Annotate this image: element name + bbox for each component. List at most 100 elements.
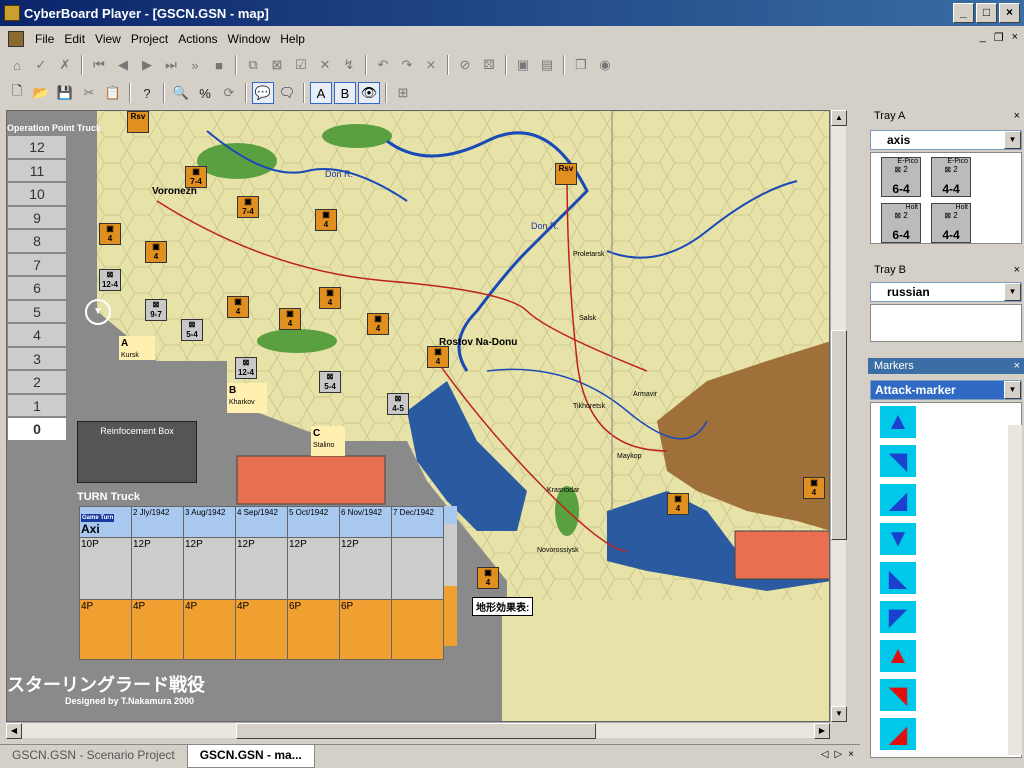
fast-forward-icon[interactable]: » (184, 54, 206, 76)
check-x-icon[interactable]: ✗ (54, 54, 76, 76)
open-folder-icon[interactable]: 📂 (30, 82, 52, 104)
arrow-up-icon[interactable]: ▲ (880, 406, 916, 438)
layer-b-icon[interactable]: B (334, 82, 356, 104)
unit-counter[interactable]: ▣ 7-4 (237, 196, 259, 218)
menu-help[interactable]: Help (275, 32, 310, 46)
cancel-move-icon[interactable]: ⨯ (420, 54, 442, 76)
new-file-icon[interactable]: 🗋 (6, 82, 28, 104)
tray-counter[interactable]: Holt ⊠ 2 6-4 (881, 203, 921, 243)
unit-counter[interactable]: ▣ 4 (803, 477, 825, 499)
maximize-button[interactable]: □ (976, 3, 997, 23)
unit-counter[interactable]: ▣ 4 (667, 493, 689, 515)
unit-counter[interactable]: ⊠ 12-4 (235, 357, 257, 379)
arrow-up-red-icon[interactable]: ▲ (880, 640, 916, 672)
layer-eye-icon[interactable]: 👁 (358, 82, 380, 104)
record-check-icon[interactable]: ☑ (290, 54, 312, 76)
move-icon[interactable]: ⌂ (6, 54, 28, 76)
redo-move-icon[interactable]: ↷ (396, 54, 418, 76)
unit-counter[interactable]: ▣ 4 (315, 209, 337, 231)
scroll-up-icon[interactable]: ▲ (831, 110, 847, 126)
tray-counter[interactable]: E-Pico ⊠ 2 6-4 (881, 157, 921, 197)
scroll-left-icon[interactable]: ◀ (6, 723, 22, 739)
unit-counter[interactable]: ⊠ 5-4 (181, 319, 203, 341)
chevron-down-icon[interactable]: ▼ (1004, 283, 1021, 301)
tray-counter[interactable]: Holt ⊠ 2 4-4 (931, 203, 971, 243)
tab-next-icon[interactable]: ▷ (834, 749, 842, 760)
arrow-down-right-red-icon[interactable]: ◢ (880, 718, 916, 750)
unit-counter[interactable]: ⊠ 9-7 (145, 299, 167, 321)
document-icon[interactable] (8, 31, 24, 47)
unit-counter[interactable]: Rsv (555, 163, 577, 185)
tab-map[interactable]: GSCN.GSN - ma... (186, 745, 315, 768)
map-vertical-scrollbar[interactable]: ▲ ▼ (830, 110, 847, 722)
unit-counter[interactable]: ⊠ 12-4 (99, 269, 121, 291)
hide-icon[interactable]: ⊘ (454, 54, 476, 76)
pieces-icon[interactable]: ▣ (512, 54, 534, 76)
play-icon[interactable]: ▶ (136, 54, 158, 76)
markers-scrollbar[interactable] (1008, 425, 1022, 755)
markers-select[interactable]: Attack-marker ▼ (870, 380, 1022, 400)
close-button[interactable]: × (999, 3, 1020, 23)
pieces-stack-icon[interactable]: ▤ (536, 54, 558, 76)
tray-b-select[interactable]: russian ▼ (870, 282, 1022, 302)
menu-window[interactable]: Window (223, 32, 276, 46)
close-icon[interactable]: × (1014, 262, 1020, 278)
map-horizontal-scrollbar[interactable]: ◀ ▶ (6, 722, 830, 739)
record-cancel-icon[interactable]: ✕ (314, 54, 336, 76)
select-all-icon[interactable]: ⊞ (392, 82, 414, 104)
menu-edit[interactable]: Edit (59, 32, 90, 46)
tray-b-area[interactable] (870, 304, 1022, 342)
record-icon[interactable]: ⧉ (242, 54, 264, 76)
mdi-close-button[interactable]: × (1012, 31, 1018, 44)
eye-icon[interactable]: ◉ (594, 54, 616, 76)
unit-counter[interactable]: ▣ 4 (477, 567, 499, 589)
unit-counter[interactable]: ▣ 4 (279, 308, 301, 330)
speech-bubble-icon[interactable]: 💬 (252, 82, 274, 104)
scroll-thumb[interactable] (236, 723, 596, 739)
dice-icon[interactable]: ⚄ (478, 54, 500, 76)
unit-counter[interactable]: ▣ 4 (227, 296, 249, 318)
layer-a-icon[interactable]: A (310, 82, 332, 104)
unit-counter[interactable]: ▣ 4 (319, 287, 341, 309)
mdi-minimize-button[interactable]: _ (980, 31, 986, 44)
arrow-down-icon[interactable]: ▼ (880, 523, 916, 555)
paste-icon[interactable]: 📋 (102, 82, 124, 104)
unit-counter[interactable]: ▣ 7-4 (185, 166, 207, 188)
chevron-down-icon[interactable]: ▼ (1004, 381, 1021, 399)
help-icon[interactable]: ? (136, 82, 158, 104)
unit-counter[interactable]: ⊠ 4-5 (387, 393, 409, 415)
unit-counter[interactable]: ▣ 4 (427, 346, 449, 368)
arrow-down-left-icon[interactable]: ◣ (880, 562, 916, 594)
tab-prev-icon[interactable]: ◁ (821, 749, 829, 760)
zoom-icon[interactable]: 🔍 (170, 82, 192, 104)
tray-counter[interactable]: E-Pico ⊠ 2 4-4 (931, 157, 971, 197)
undo-move-icon[interactable]: ↶ (372, 54, 394, 76)
close-icon[interactable]: × (1014, 358, 1020, 374)
unit-counter[interactable]: ▣ 4 (367, 313, 389, 335)
close-icon[interactable]: × (1014, 108, 1020, 124)
arrow-up-right-icon[interactable]: ◥ (880, 445, 916, 477)
menu-actions[interactable]: Actions (173, 32, 222, 46)
stop-icon[interactable]: ■ (208, 54, 230, 76)
copy-icon[interactable]: ❐ (570, 54, 592, 76)
menu-file[interactable]: File (30, 32, 59, 46)
scroll-down-icon[interactable]: ▼ (831, 706, 847, 722)
scroll-thumb[interactable] (831, 330, 847, 540)
arrow-up-right-red-icon[interactable]: ◥ (880, 679, 916, 711)
percent-icon[interactable]: % (194, 82, 216, 104)
unit-counter[interactable]: ⊠ 5-4 (319, 371, 341, 393)
rotate-icon[interactable]: ⟳ (218, 82, 240, 104)
unit-counter[interactable]: ▣ 4 (145, 241, 167, 263)
tab-scenario-project[interactable]: GSCN.GSN - Scenario Project (0, 745, 187, 768)
chevron-down-icon[interactable]: ▼ (1004, 131, 1021, 149)
unit-counter[interactable]: ▣ 4 (99, 223, 121, 245)
arrow-down-right-icon[interactable]: ◢ (880, 484, 916, 516)
mdi-restore-button[interactable]: ❐ (994, 31, 1004, 44)
tray-a-area[interactable]: E-Pico ⊠ 2 6-4 E-Pico ⊠ 2 4-4 Holt ⊠ 2 6-4 Hol… (870, 152, 1022, 244)
first-move-icon[interactable]: ⏮ (88, 54, 110, 76)
unit-counter[interactable]: Rsv (127, 111, 149, 133)
step-back-icon[interactable]: ◀ (112, 54, 134, 76)
minimize-button[interactable]: _ (953, 3, 974, 23)
menu-view[interactable]: View (90, 32, 126, 46)
scroll-right-icon[interactable]: ▶ (814, 723, 830, 739)
